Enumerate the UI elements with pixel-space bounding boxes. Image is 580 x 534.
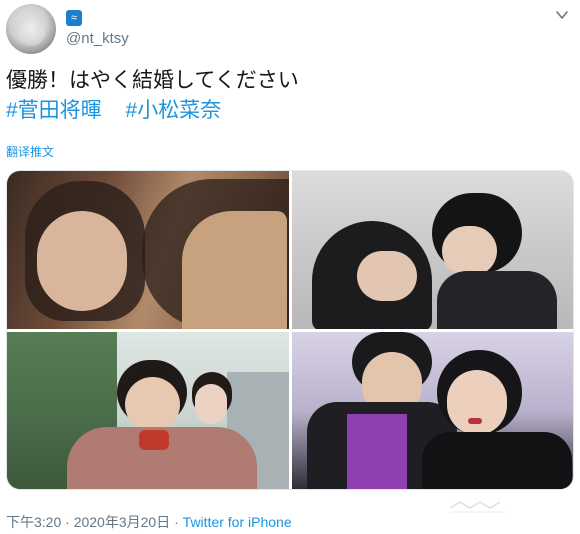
hashtag-link[interactable]: #菅田将暉	[6, 99, 102, 122]
watermark	[449, 501, 506, 513]
wave-icon: ≈	[66, 10, 82, 26]
meta-separator: ·	[170, 514, 183, 530]
tweet-text: 優勝！はやく結婚してください	[6, 69, 299, 92]
photo-1[interactable]	[7, 171, 289, 329]
tweet-meta: 下午3:20 · 2020年3月20日 · Twitter for iPhone	[6, 512, 292, 532]
media-grid	[6, 170, 574, 490]
tweet-date[interactable]: 2020年3月20日	[74, 514, 171, 530]
tweet-time[interactable]: 下午3:20	[6, 514, 61, 530]
meta-separator: ·	[61, 514, 74, 530]
hashtag-link[interactable]: #小松菜奈	[126, 99, 222, 122]
photo-3[interactable]	[7, 332, 289, 489]
user-handle[interactable]: @nt_ktsy	[66, 30, 129, 47]
tweet-source-link[interactable]: Twitter for iPhone	[183, 514, 292, 530]
chevron-down-icon[interactable]	[555, 8, 569, 22]
translate-tweet-link[interactable]: 翻译推文	[6, 143, 54, 160]
hashtags: #菅田将暉 #小松菜奈	[6, 96, 239, 126]
avatar[interactable]	[6, 4, 56, 54]
tweet-card: ≈ @nt_ktsy 優勝！はやく結婚してください #菅田将暉 #小松菜奈 翻译…	[0, 0, 580, 534]
photo-2[interactable]	[292, 171, 573, 329]
display-name[interactable]: ≈	[66, 10, 82, 26]
photo-4[interactable]	[292, 332, 573, 489]
